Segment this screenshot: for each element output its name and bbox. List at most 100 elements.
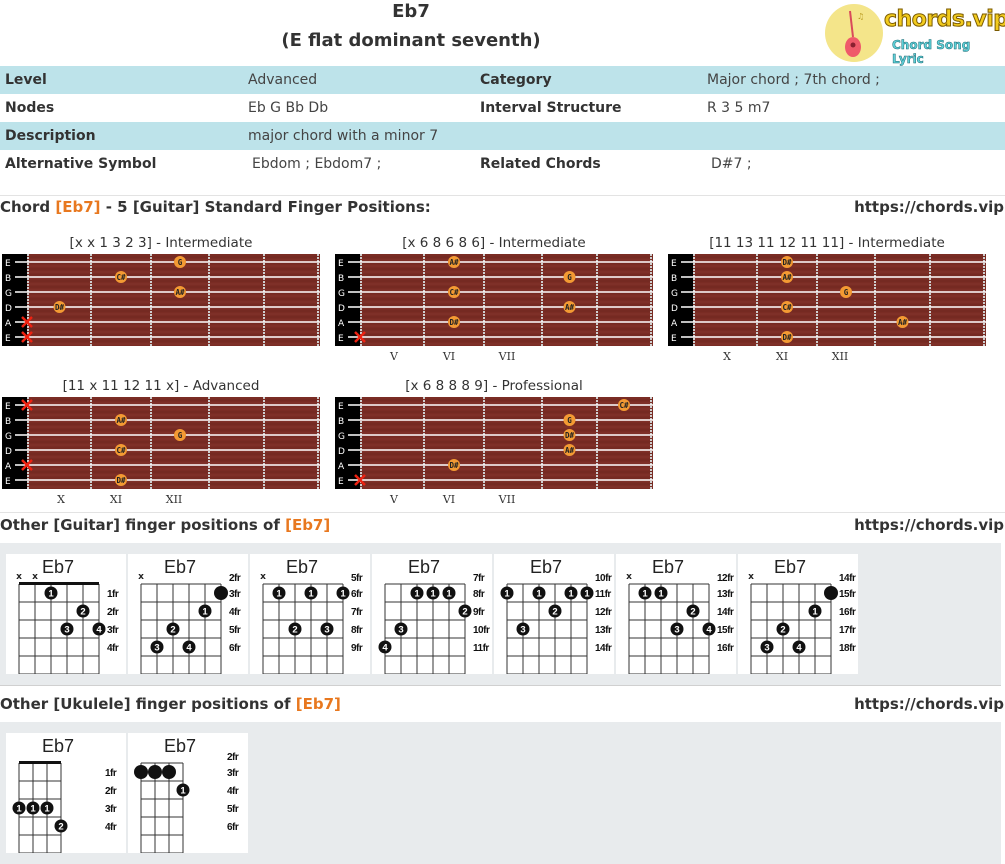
guitar-chord-card[interactable]: Eb7 10fr 11fr 12fr 13fr 14fr 1 1 1 1 2 3 <box>494 554 614 674</box>
muted-string-marker: x <box>138 572 144 582</box>
chord-diagram: Eb7 2fr 3fr 4fr 5fr 6fr 1 <box>134 736 239 853</box>
heading-chord-link[interactable]: [Eb7] <box>296 695 341 713</box>
fretboard-2[interactable]: [x 6 8 6 8 6] - Intermediate E B G D A E A# G C# A… <box>335 234 653 382</box>
note-name: G <box>178 431 183 440</box>
note-name: C# <box>782 303 792 312</box>
fret-number-label: 4fr <box>229 607 241 618</box>
fret-position-numeral: XI <box>110 493 122 506</box>
chord-name: Eb7 <box>774 557 806 577</box>
finger-number: 1 <box>446 589 452 600</box>
fret-number-label: 10fr <box>473 625 490 636</box>
note-name: A# <box>898 318 908 327</box>
guitar-chord-card[interactable]: Eb7 x 2fr 3fr 4fr 5fr 6fr 1 2 3 4 <box>128 554 248 674</box>
fretboard-diagram: EBGDAEGC#A#D# <box>2 254 320 346</box>
standard-positions-heading: Chord [Eb7] - 5 [Guitar] Standard Finger… <box>0 198 1005 220</box>
note-name: D# <box>116 476 126 485</box>
fretboard-caption: [11 13 11 12 11 11] - Intermediate <box>709 235 945 251</box>
finger-number: 1 <box>48 589 54 600</box>
string-name-label: B <box>338 274 344 284</box>
finger-number: 1 <box>340 589 346 600</box>
note-name: D# <box>449 318 459 327</box>
finger-dot <box>214 586 228 600</box>
guitar-chord-card[interactable]: Eb7 7fr 8fr 9fr 10fr 11fr 1 1 1 2 3 4 <box>372 554 492 674</box>
finger-number: 4 <box>96 625 102 636</box>
fret-number-label: 8fr <box>351 625 363 636</box>
fret-number-label: 5fr <box>351 573 363 584</box>
note-name: D# <box>55 303 65 312</box>
interval-value: R 3 5 m7 <box>707 100 771 116</box>
string-name-label: D <box>338 304 345 314</box>
fretboard-3[interactable]: [11 13 11 12 11 11] - Intermediate E B G D A E… <box>668 234 986 382</box>
nodes-value: Eb G Bb Db <box>248 100 329 116</box>
finger-number: 2 <box>170 625 175 636</box>
fret-position-numeral: VII <box>498 350 516 363</box>
fret-position-numeral: XII <box>166 493 183 506</box>
string-name-label: E <box>671 259 677 269</box>
category-value: Major chord ; 7th chord ; <box>702 66 1005 94</box>
finger-number: 1 <box>44 804 50 815</box>
guitar-chord-card[interactable]: Eb7 x x 1fr 2fr 3fr 4fr 1 2 3 4 <box>6 554 126 674</box>
fretboard-caption: [x 6 8 8 8 9] - Professional <box>405 378 583 394</box>
finger-number: 2 <box>80 607 85 618</box>
fret-number-label: 3fr <box>229 589 241 600</box>
site-url[interactable]: https://chords.vip <box>854 695 1004 713</box>
fret-position-numeral: X <box>57 493 65 506</box>
chord-diagram: Eb7 x 5fr 6fr 7fr 8fr 9fr 1 1 1 2 3 <box>260 557 363 674</box>
fretboard-caption: [11 x 11 12 11 x] - Advanced <box>62 378 260 394</box>
finger-number: 1 <box>812 607 818 618</box>
heading-chord-link[interactable]: [Eb7] <box>285 516 330 534</box>
finger-dot <box>134 765 148 779</box>
fret-number-label: 15fr <box>839 589 856 600</box>
site-url[interactable]: https://chords.vip <box>854 516 1004 534</box>
guitar-chord-card[interactable]: Eb7 x 5fr 6fr 7fr 8fr 9fr 1 1 1 2 3 <box>250 554 370 674</box>
chord-diagram: Eb77fr8fr9fr10fr11fr1 1 1234 <box>378 557 490 674</box>
string-name-label: G <box>5 289 12 299</box>
fret-number-label: 2fr <box>227 752 239 763</box>
string-name-label: E <box>338 402 344 412</box>
chord-name: Eb7 <box>164 736 196 756</box>
fretboard-1[interactable]: [x x 1 3 2 3] - Intermediate E B G D A E G C# A# D… <box>2 234 320 382</box>
fret-position-numeral: V <box>389 493 399 506</box>
heading-prefix: Other [Guitar] finger positions of <box>0 516 286 534</box>
note-name: C# <box>116 446 126 455</box>
finger-number: 1 <box>658 589 664 600</box>
nodes-label: Nodes <box>5 100 55 116</box>
ukulele-chord-card[interactable]: Eb7 2fr 3fr 4fr 5fr 6fr 1 <box>128 733 248 853</box>
string-name-label: A <box>338 319 345 329</box>
site-url[interactable]: https://chords.vip <box>854 198 1004 216</box>
note-name: A# <box>116 416 126 425</box>
fret-position-numeral: VI <box>442 493 455 506</box>
heading-chord-link[interactable]: [Eb7] <box>55 198 100 216</box>
fret-number-label: 11fr <box>595 589 611 600</box>
finger-number: 1 <box>414 589 420 600</box>
fret-position-numeral: V <box>389 350 399 363</box>
fretboard-4[interactable]: [11 x 11 12 11 x] - Advanced E B G D A E A# G C# D… <box>2 377 320 525</box>
fret-number-label: 16fr <box>717 643 734 654</box>
guitar-chord-card[interactable]: Eb7 x 14fr 15fr 16fr 17fr 18fr 1 2 3 4 <box>738 554 858 674</box>
string-name-label: A <box>5 462 12 472</box>
guitar-diagrams-panel: Eb7 x x 1fr 2fr 3fr 4fr 1 2 3 4 Eb7 x 2fr 3fr 4fr 5fr 6f… <box>0 543 1001 686</box>
fret-number-label: 1fr <box>107 589 119 600</box>
heading-prefix: Chord <box>0 198 56 216</box>
finger-dot <box>148 765 162 779</box>
page-header: Eb7 (E flat dominant seventh) ♫ chords.v… <box>0 0 1005 66</box>
finger-number: 4 <box>706 625 712 636</box>
ukulele-chord-card[interactable]: Eb7 1fr 2fr 3fr 4fr 1 1 1 2 <box>6 733 126 853</box>
string-name-label: D <box>5 304 12 314</box>
note-name: G <box>567 273 572 282</box>
fretboard-5[interactable]: [x 6 8 8 8 9] - Professional E B G D A E C# G D# A… <box>335 377 653 525</box>
site-logo[interactable]: ♫ chords.vip Chord Song Lyric <box>824 3 1005 66</box>
note-name: D# <box>782 258 792 267</box>
fret-number-label: 12fr <box>595 607 612 618</box>
guitar-chord-card[interactable]: Eb7 x 12fr 13fr 14fr 15fr 16fr 1 1 2 3 4 <box>616 554 736 674</box>
level-label: Level <box>0 66 243 94</box>
fret-number-label: 14fr <box>595 643 612 654</box>
finger-number: 1 <box>430 589 436 600</box>
guitar-positions-heading: Other [Guitar] finger positions of [Eb7]… <box>0 516 1005 538</box>
fret-number-label: 12fr <box>717 573 734 584</box>
finger-number: 3 <box>520 625 525 636</box>
finger-number: 1 <box>16 804 22 815</box>
string-name-label: E <box>338 259 344 269</box>
string-name-label: E <box>338 477 344 487</box>
muted-string-marker: x <box>748 572 754 582</box>
